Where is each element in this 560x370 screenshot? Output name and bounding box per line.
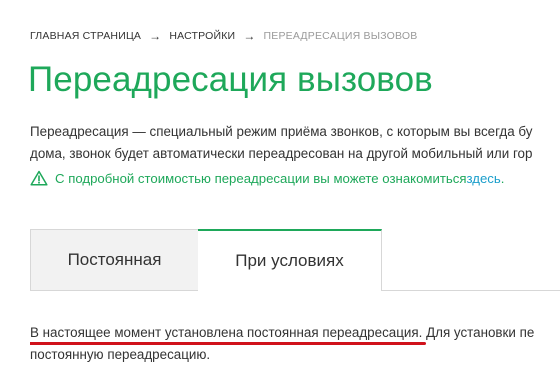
breadcrumb-home-link[interactable]: ГЛАВНАЯ СТРАНИЦА xyxy=(30,30,141,42)
tab-permanent[interactable]: Постоянная xyxy=(30,229,198,291)
description-line-1: Переадресация — специальный режим приёма… xyxy=(30,124,533,139)
breadcrumb: ГЛАВНАЯ СТРАНИЦА → НАСТРОЙКИ → ПЕРЕАДРЕС… xyxy=(30,29,417,43)
status-line-1: В настоящее момент установлена постоянна… xyxy=(30,322,560,345)
forwarding-tabs: Постоянная При условиях xyxy=(30,229,560,293)
status-highlight: В настоящее момент установлена постоянна… xyxy=(30,322,427,345)
tabs-divider xyxy=(382,290,560,291)
description-line-2: дома, звонок будет автоматически переадр… xyxy=(30,146,533,161)
breadcrumb-settings-link[interactable]: НАСТРОЙКИ xyxy=(169,30,235,42)
breadcrumb-arrow-icon: → xyxy=(149,29,162,43)
cost-notice: С подробной стоимостью переадресации вы … xyxy=(30,170,504,186)
breadcrumb-arrow-icon: → xyxy=(243,29,256,43)
forwarding-status: В настоящее момент установлена постоянна… xyxy=(30,322,560,366)
notice-text: С подробной стоимостью переадресации вы … xyxy=(55,170,467,186)
page-title: Переадресация вызовов xyxy=(28,60,433,99)
notice-period: . xyxy=(500,170,505,186)
status-line-2: постоянную переадресацию. xyxy=(30,347,211,362)
status-rest-text: Для установки пе xyxy=(422,325,535,340)
status-highlight-text: В настоящее момент установлена постоянна… xyxy=(30,325,423,340)
notice-details-link[interactable]: здесь xyxy=(467,171,501,186)
red-underline xyxy=(30,342,427,345)
warning-triangle-icon xyxy=(30,170,48,186)
tab-conditional[interactable]: При условиях xyxy=(198,229,382,291)
breadcrumb-current: ПЕРЕАДРЕСАЦИЯ ВЫЗОВОВ xyxy=(263,30,418,42)
page-description: Переадресация — специальный режим приёма… xyxy=(30,121,560,165)
